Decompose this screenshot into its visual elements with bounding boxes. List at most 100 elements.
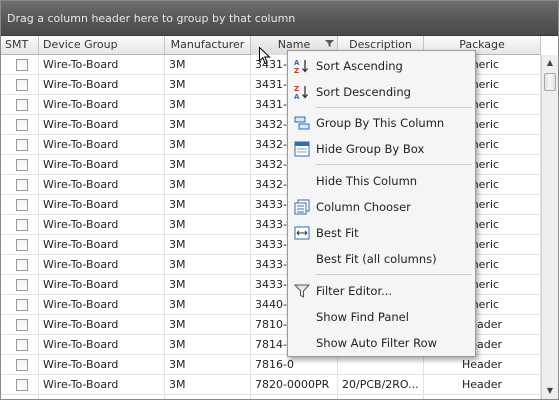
cell-device-group[interactable]: Wire-To-Board [39,195,165,215]
smt-checkbox[interactable] [16,239,28,251]
cell-name[interactable]: 7820-0006PR [251,395,338,399]
cell-name[interactable]: 7816-0 [251,355,338,375]
table-row[interactable]: Wire-To-Board 3M 7816-0 Header [1,355,541,375]
cell-manufacturer[interactable]: 3M [165,335,251,355]
cell-device-group[interactable]: Wire-To-Board [39,295,165,315]
cell-device-group[interactable]: Wire-To-Board [39,95,165,115]
cell-device-group[interactable]: Wire-To-Board [39,75,165,95]
table-row[interactable]: Wire-To-Board3M7820-0006PRHeaderHeader [1,395,541,399]
menu-item-show-auto-filter-row[interactable]: Show Auto Filter Row [288,330,475,356]
cell-smt[interactable] [1,335,39,355]
cell-smt[interactable] [1,95,39,115]
cell-description[interactable]: Header [338,395,424,399]
cell-smt[interactable] [1,175,39,195]
smt-checkbox[interactable] [16,379,28,391]
cell-smt[interactable] [1,395,39,399]
cell-package[interactable]: Header [424,395,541,399]
cell-device-group[interactable]: Wire-To-Board [39,135,165,155]
cell-smt[interactable] [1,55,39,75]
cell-smt[interactable] [1,115,39,135]
cell-manufacturer[interactable]: 3M [165,375,251,395]
cell-smt[interactable] [1,75,39,95]
cell-device-group[interactable]: Wire-To-Board [39,395,165,399]
cell-manufacturer[interactable]: 3M [165,355,251,375]
scrollbar-thumb[interactable] [544,73,556,91]
cell-smt[interactable] [1,235,39,255]
smt-checkbox[interactable] [16,359,28,371]
menu-item-best-fit[interactable]: Best Fit [288,220,475,246]
cell-description[interactable]: 20/PCB/2RO... [338,375,424,395]
menu-item-best-fit-all-columns[interactable]: Best Fit (all columns) [288,246,475,272]
cell-device-group[interactable]: Wire-To-Board [39,55,165,75]
vertical-scrollbar[interactable]: ▲ ▼ [541,55,558,399]
scroll-up-arrow-icon[interactable]: ▲ [545,58,555,68]
group-by-panel[interactable]: Drag a column header here to group by th… [1,1,558,36]
menu-item-group-by-this-column[interactable]: Group By This Column [288,110,475,136]
smt-checkbox[interactable] [16,299,28,311]
smt-checkbox[interactable] [16,59,28,71]
column-filter-icon[interactable] [325,39,334,48]
cell-smt[interactable] [1,375,39,395]
smt-checkbox[interactable] [16,199,28,211]
smt-checkbox[interactable] [16,139,28,151]
cell-manufacturer[interactable]: 3M [165,155,251,175]
cell-manufacturer[interactable]: 3M [165,215,251,235]
cell-smt[interactable] [1,135,39,155]
cell-package[interactable]: Header [424,375,541,395]
smt-checkbox[interactable] [16,259,28,271]
cell-manufacturer[interactable]: 3M [165,275,251,295]
cell-device-group[interactable]: Wire-To-Board [39,115,165,135]
smt-checkbox[interactable] [16,99,28,111]
menu-item-sort-descending[interactable]: Z A Sort Descending [288,79,475,105]
column-header-smt[interactable]: SMT [1,36,39,55]
cell-manufacturer[interactable]: 3M [165,395,251,399]
cell-manufacturer[interactable]: 3M [165,295,251,315]
cell-device-group[interactable]: Wire-To-Board [39,355,165,375]
smt-checkbox[interactable] [16,159,28,171]
cell-device-group[interactable]: Wire-To-Board [39,375,165,395]
cell-device-group[interactable]: Wire-To-Board [39,155,165,175]
cell-description[interactable] [338,355,424,375]
cell-manufacturer[interactable]: 3M [165,195,251,215]
cell-device-group[interactable]: Wire-To-Board [39,175,165,195]
cell-smt[interactable] [1,195,39,215]
cell-manufacturer[interactable]: 3M [165,115,251,135]
menu-item-hide-group-by-box[interactable]: Hide Group By Box [288,136,475,162]
menu-item-hide-this-column[interactable]: Hide This Column [288,168,475,194]
cell-package[interactable]: Header [424,355,541,375]
menu-item-sort-ascending[interactable]: A Z Sort Ascending [288,53,475,79]
smt-checkbox[interactable] [16,279,28,291]
cell-device-group[interactable]: Wire-To-Board [39,235,165,255]
cell-device-group[interactable]: Wire-To-Board [39,215,165,235]
smt-checkbox[interactable] [16,219,28,231]
cell-device-group[interactable]: Wire-To-Board [39,255,165,275]
cell-manufacturer[interactable]: 3M [165,75,251,95]
column-header-device-group[interactable]: Device Group [39,36,165,55]
table-row[interactable]: Wire-To-Board 3M 7820-0000PR 20/PCB/2RO... H… [1,375,541,395]
cell-manufacturer[interactable]: 3M [165,175,251,195]
cell-manufacturer[interactable]: 3M [165,255,251,275]
smt-checkbox[interactable] [16,119,28,131]
smt-checkbox[interactable] [16,339,28,351]
cell-manufacturer[interactable]: 3M [165,55,251,75]
cell-device-group[interactable]: Wire-To-Board [39,335,165,355]
cell-smt[interactable] [1,155,39,175]
menu-item-column-chooser[interactable]: Column Chooser [288,194,475,220]
smt-checkbox[interactable] [16,319,28,331]
cell-manufacturer[interactable]: 3M [165,235,251,255]
menu-item-show-find-panel[interactable]: Show Find Panel [288,304,475,330]
cell-smt[interactable] [1,355,39,375]
cell-smt[interactable] [1,315,39,335]
cell-device-group[interactable]: Wire-To-Board [39,275,165,295]
cell-smt[interactable] [1,215,39,235]
smt-checkbox[interactable] [16,79,28,91]
cell-name[interactable]: 7820-0000PR [251,375,338,395]
cell-manufacturer[interactable]: 3M [165,315,251,335]
cell-manufacturer[interactable]: 3M [165,95,251,115]
cell-device-group[interactable]: Wire-To-Board [39,315,165,335]
column-header-manufacturer[interactable]: Manufacturer [165,36,251,55]
cell-smt[interactable] [1,295,39,315]
cell-smt[interactable] [1,275,39,295]
scroll-down-arrow-icon[interactable]: ▼ [545,386,555,396]
cell-smt[interactable] [1,255,39,275]
